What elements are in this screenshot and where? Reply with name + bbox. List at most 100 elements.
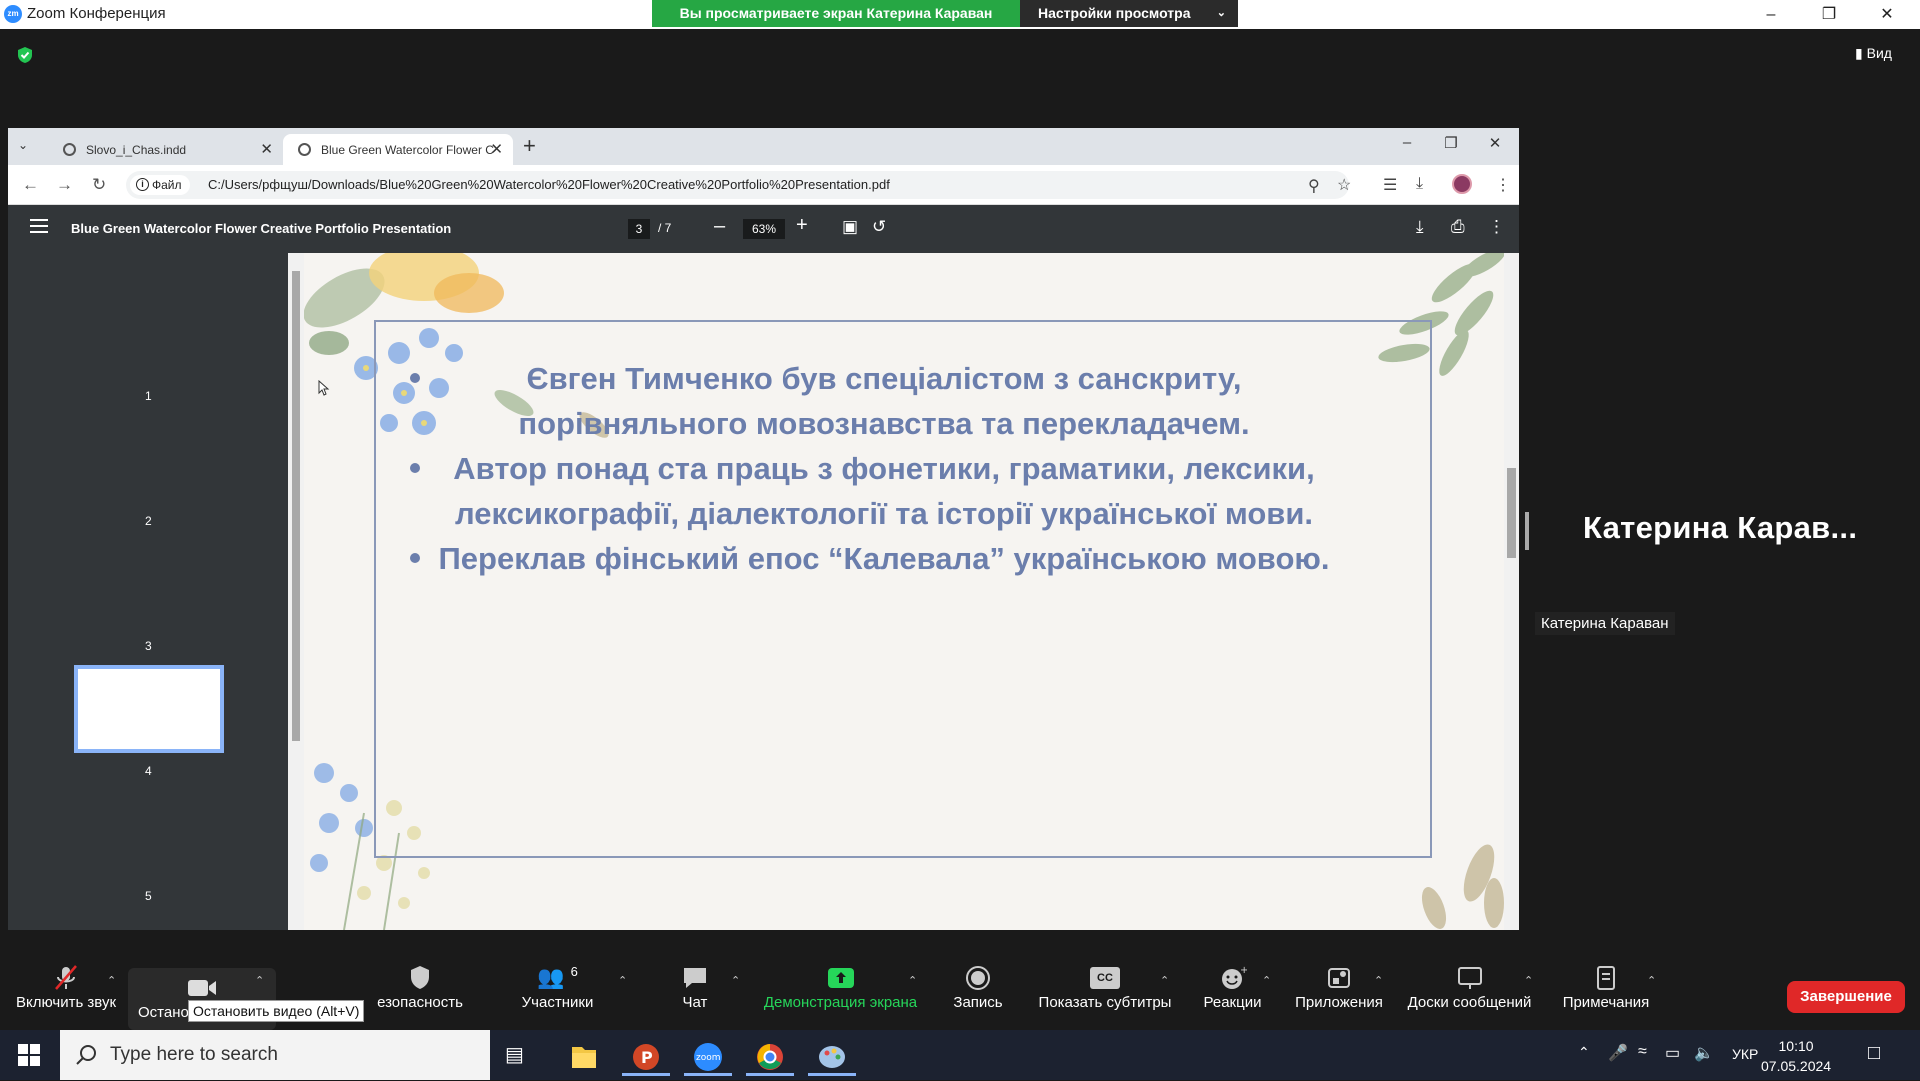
notifications-icon[interactable]: □ (1868, 1042, 1880, 1065)
paint-app[interactable] (808, 1038, 856, 1076)
apps-caret-icon[interactable]: ⌃ (1374, 974, 1383, 987)
address-bar: ← → ↻ i Файл C:/Users/рфщуш/Downloads/Bl… (8, 165, 1519, 205)
rotate-icon[interactable]: ↺ (872, 217, 886, 237)
reload-icon[interactable]: ↻ (92, 175, 106, 195)
page-scrollbar[interactable] (1504, 253, 1519, 930)
notes-button[interactable]: Примечания (1557, 964, 1655, 1011)
taskbar-clock[interactable]: 10:10 07.05.2024 (1761, 1036, 1831, 1076)
url-field[interactable]: i Файл C:/Users/рфщуш/Downloads/Blue%20G… (126, 171, 1351, 199)
page-number-input[interactable]: 3 (628, 219, 650, 239)
thumbnail-label[interactable]: 5 (145, 889, 152, 903)
window-title: Zoom Конференция (27, 5, 166, 22)
panel-resize-handle[interactable] (1525, 512, 1529, 550)
chat-caret-icon[interactable]: ⌃ (731, 974, 740, 987)
file-explorer-app[interactable] (560, 1038, 608, 1076)
browser-restore-icon[interactable]: ❐ (1429, 134, 1473, 158)
pdf-more-icon[interactable]: ⋮ (1488, 217, 1505, 237)
notes-caret-icon[interactable]: ⌃ (1647, 974, 1656, 987)
share-screen-label: Демонстрация экрана (763, 994, 918, 1011)
participants-caret-icon[interactable]: ⌃ (618, 974, 627, 987)
volume-icon[interactable]: 🔈 (1694, 1043, 1714, 1063)
browser-close-icon[interactable]: ✕ (1473, 134, 1517, 158)
apps-button[interactable]: Приложения (1290, 964, 1388, 1011)
battery-icon[interactable]: ▭ (1665, 1043, 1680, 1063)
bullet-dot (410, 373, 420, 383)
captions-button[interactable]: CC Показать субтитры (1035, 964, 1175, 1011)
sidebar-scrollbar-thumb[interactable] (292, 271, 300, 741)
security-label: езопасность (377, 994, 463, 1011)
bullet-dot (410, 463, 420, 473)
audio-options-caret-icon[interactable]: ⌃ (107, 974, 116, 987)
restore-icon[interactable]: ❐ (1806, 0, 1852, 29)
tab-search-icon[interactable]: ⌄ (18, 138, 28, 152)
chat-bubble-icon (684, 968, 706, 988)
site-info-chip[interactable]: i Файл (130, 175, 190, 195)
reactions-label: Реакции (1203, 994, 1262, 1011)
profile-avatar[interactable] (1452, 174, 1472, 194)
back-icon[interactable]: ← (22, 175, 39, 195)
reactions-button[interactable]: + Реакции (1195, 964, 1270, 1011)
share-screen-button[interactable]: Демонстрация экрана (758, 964, 923, 1011)
powerpoint-app[interactable]: P (622, 1038, 670, 1076)
microphone-tray-icon[interactable]: 🎤 (1608, 1043, 1628, 1063)
participants-button[interactable]: 👥 6 Участники (505, 964, 610, 1011)
captions-label: Показать субтитры (1038, 994, 1172, 1011)
whiteboards-caret-icon[interactable]: ⌃ (1524, 974, 1533, 987)
view-button[interactable]: ▮ Вид (1855, 45, 1892, 62)
menu-icon[interactable] (30, 219, 48, 237)
zoom-magnifier-icon[interactable]: ⚲ (1308, 176, 1320, 196)
zoom-title-bar: zm Zoom Конференция Вы просматриваете эк… (0, 0, 1920, 29)
palette-icon (819, 1046, 845, 1068)
video-options-caret-icon[interactable]: ⌃ (255, 974, 264, 987)
chrome-app[interactable] (746, 1038, 794, 1076)
end-meeting-button[interactable]: Завершение (1787, 981, 1905, 1013)
view-settings-dropdown[interactable]: Настройки просмотра ⌄ (1020, 0, 1238, 27)
task-view-icon[interactable]: ▤ (505, 1042, 524, 1067)
thumbnail-label[interactable]: 2 (145, 514, 152, 528)
tab-label: Slovo_i_Chas.indd (86, 143, 187, 157)
print-icon[interactable]: ⎙ (1451, 217, 1465, 237)
pdf-toolbar: Blue Green Watercolor Flower Creative Po… (8, 205, 1519, 253)
zoom-in-icon[interactable]: + (796, 214, 808, 237)
chat-button[interactable]: Чат (665, 964, 725, 1011)
media-controls-icon[interactable]: ☰ (1383, 175, 1397, 195)
captions-caret-icon[interactable]: ⌃ (1160, 974, 1169, 987)
tray-overflow-icon[interactable]: ⌃ (1578, 1044, 1590, 1061)
thumbnail-current[interactable] (74, 665, 224, 753)
thumbnail-label[interactable]: 3 (145, 639, 152, 653)
unmute-button[interactable]: Включить звук (12, 964, 120, 1011)
bookmark-star-icon[interactable]: ☆ (1337, 175, 1351, 195)
share-caret-icon[interactable]: ⌃ (908, 974, 917, 987)
more-menu-icon[interactable]: ⋮ (1495, 175, 1511, 195)
fit-page-icon[interactable]: ▣ (842, 217, 858, 237)
reactions-caret-icon[interactable]: ⌃ (1262, 974, 1271, 987)
zoom-level-input[interactable]: 63% (743, 219, 785, 239)
encryption-shield-icon[interactable] (16, 46, 34, 64)
new-tab-icon[interactable]: + (523, 133, 536, 159)
page-scrollbar-thumb[interactable] (1507, 468, 1516, 558)
close-tab-icon[interactable]: ✕ (490, 140, 503, 158)
thumbnail-label[interactable]: 4 (145, 764, 152, 778)
slide-bullet: Євген Тимченко був спеціалістом з санскр… (410, 356, 1334, 446)
participants-count: 6 (570, 964, 578, 979)
url-text: C:/Users/рфщуш/Downloads/Blue%20Green%20… (208, 177, 890, 192)
zoom-app[interactable]: zoom (684, 1038, 732, 1076)
browser-tab-active[interactable]: Blue Green Watercolor Flower C ✕ (283, 134, 513, 165)
downloads-icon[interactable]: ⤓ (1416, 175, 1423, 193)
minimize-icon[interactable]: – (1748, 0, 1794, 29)
windows-start-icon[interactable] (18, 1044, 40, 1066)
forward-icon[interactable]: → (56, 175, 73, 195)
close-icon[interactable]: ✕ (1864, 0, 1910, 29)
taskbar-search-box[interactable]: Type here to search (60, 1030, 490, 1080)
input-language[interactable]: УКР (1732, 1046, 1758, 1062)
security-button[interactable]: езопасность (370, 964, 470, 1011)
download-icon[interactable]: ⤓ (1416, 217, 1424, 237)
network-icon[interactable]: ≈ (1638, 1043, 1647, 1061)
close-tab-icon[interactable]: ✕ (260, 140, 273, 158)
zoom-out-icon[interactable]: – (714, 215, 725, 238)
browser-tab[interactable]: Slovo_i_Chas.indd ✕ (48, 134, 283, 165)
whiteboards-button[interactable]: Доски сообщений (1402, 964, 1537, 1011)
thumbnail-label[interactable]: 1 (145, 389, 152, 403)
record-button[interactable]: Запись (948, 964, 1008, 1011)
browser-minimize-icon[interactable]: – (1385, 134, 1429, 158)
